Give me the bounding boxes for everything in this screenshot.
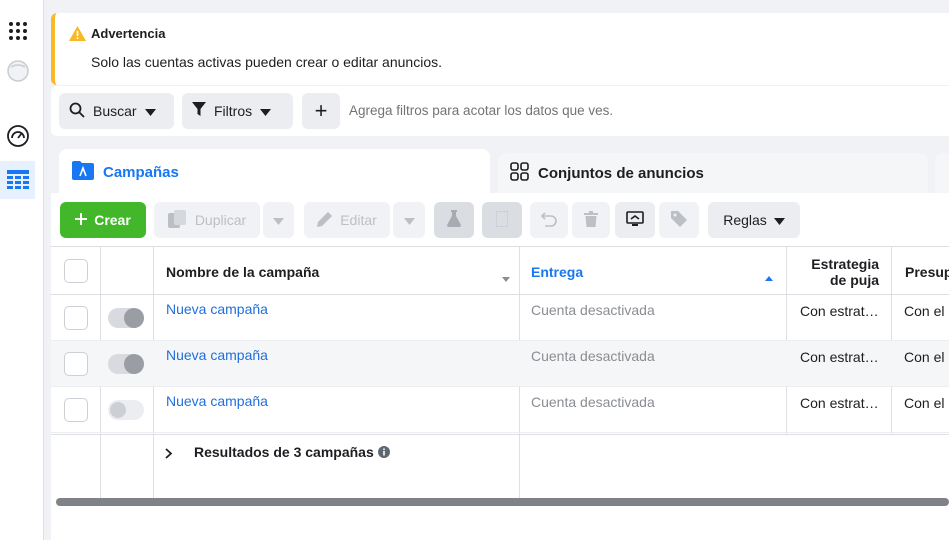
filters-button[interactable]: Filtros xyxy=(182,93,293,129)
row-checkbox[interactable] xyxy=(64,398,88,422)
warning-message: Solo las cuentas activas pueden crear o … xyxy=(91,54,442,70)
duplicate-icon xyxy=(167,209,188,231)
tag-button[interactable] xyxy=(659,202,699,238)
chevron-down-icon xyxy=(144,103,156,119)
campaigns-panel: Crear Duplicar Editar Reglas Nombre de l… xyxy=(51,193,949,540)
select-all-checkbox[interactable] xyxy=(64,259,88,283)
campaign-toggle[interactable] xyxy=(108,400,144,420)
undo-button[interactable] xyxy=(530,202,568,238)
add-filter-button[interactable]: + xyxy=(302,93,340,129)
toggle-knob xyxy=(124,354,144,374)
campaign-folder-icon xyxy=(72,160,94,184)
delivery-status: Cuenta desactivada xyxy=(531,394,655,410)
tab-ad-sets[interactable]: Conjuntos de anuncios xyxy=(498,153,928,193)
create-button[interactable]: Crear xyxy=(60,202,146,238)
ab-test-button[interactable] xyxy=(434,202,474,238)
sort-chevron-up-icon[interactable] xyxy=(765,268,773,286)
edit-dropdown-button[interactable] xyxy=(393,202,425,238)
dashboard-gauge-icon[interactable] xyxy=(0,117,35,155)
horizontal-scrollbar[interactable] xyxy=(56,498,949,506)
tag-icon xyxy=(671,210,687,230)
duplicate-button-label: Duplicar xyxy=(194,212,247,228)
document-icon xyxy=(495,209,509,230)
budget-value: Con el xyxy=(904,303,945,319)
column-header-delivery[interactable]: Entrega xyxy=(531,264,583,280)
undo-icon xyxy=(540,211,557,230)
campaign-toggle[interactable] xyxy=(108,354,144,374)
tab-ad-sets-label: Conjuntos de anuncios xyxy=(538,164,704,182)
column-header-bid-line1[interactable]: Estrategia xyxy=(811,256,879,272)
warning-triangle-icon xyxy=(69,26,86,46)
duplicate-button[interactable]: Duplicar xyxy=(154,202,260,238)
warning-banner: Advertencia Solo las cuentas activas pue… xyxy=(51,13,949,85)
warning-title: Advertencia xyxy=(91,26,166,41)
edit-button-label: Editar xyxy=(340,212,377,228)
delete-button[interactable] xyxy=(572,202,610,238)
delivery-status: Cuenta desactivada xyxy=(531,348,655,364)
tab-ads[interactable] xyxy=(935,153,949,193)
toggle-knob xyxy=(124,308,144,328)
chevron-down-icon xyxy=(273,212,284,228)
campaign-name-link[interactable]: Nueva campaña xyxy=(166,393,268,409)
summary-row: Resultados de 3 campañas xyxy=(51,434,949,498)
ads-manager-table-icon[interactable] xyxy=(0,161,35,199)
left-rail xyxy=(0,0,44,540)
table-row[interactable]: Nueva campaña Cuenta desactivada Con est… xyxy=(51,387,949,433)
delete-placeholder-button[interactable] xyxy=(482,202,522,238)
account-avatar-icon[interactable] xyxy=(0,52,35,90)
search-button[interactable]: Buscar xyxy=(59,93,174,129)
plus-icon xyxy=(75,212,88,228)
bid-strategy-value: Con estrat… xyxy=(800,303,879,319)
sort-chevron-down-icon[interactable] xyxy=(502,269,510,287)
flask-icon xyxy=(447,210,461,230)
search-button-label: Buscar xyxy=(93,103,137,119)
chevron-down-icon xyxy=(773,212,785,228)
toggle-knob xyxy=(110,402,126,418)
rules-button-label: Reglas xyxy=(723,212,767,228)
campaign-toggle[interactable] xyxy=(108,308,144,328)
tab-campaigns-label: Campañas xyxy=(103,163,179,181)
filter-funnel-icon xyxy=(192,102,206,120)
apps-grid-icon[interactable] xyxy=(0,12,35,50)
bid-strategy-value: Con estrat… xyxy=(800,395,879,411)
filters-button-label: Filtros xyxy=(214,103,253,119)
edit-button[interactable]: Editar xyxy=(304,202,390,238)
search-icon xyxy=(69,102,85,121)
chevron-down-icon xyxy=(403,212,415,228)
rules-button[interactable]: Reglas xyxy=(708,202,800,238)
duplicate-dropdown-button[interactable] xyxy=(263,202,294,238)
create-button-label: Crear xyxy=(94,212,131,228)
bid-strategy-value: Con estrat… xyxy=(800,349,879,365)
budget-value: Con el xyxy=(904,395,945,411)
chevron-down-icon xyxy=(260,103,272,119)
trash-icon xyxy=(584,210,598,230)
table-row[interactable]: Nueva campaña Cuenta desactivada Con est… xyxy=(51,295,949,341)
campaigns-table: Nombre de la campaña Entrega Estrategia … xyxy=(51,246,949,498)
column-header-bid-line2[interactable]: de puja xyxy=(830,272,879,288)
campaign-name-link[interactable]: Nueva campaña xyxy=(166,301,268,317)
preview-button[interactable] xyxy=(615,202,655,238)
filter-bar: Buscar Filtros + Agrega filtros para aco… xyxy=(51,86,949,136)
row-checkbox[interactable] xyxy=(64,306,88,330)
table-header: Nombre de la campaña Entrega Estrategia … xyxy=(51,247,949,295)
delivery-status: Cuenta desactivada xyxy=(531,302,655,318)
ad-sets-grid-icon xyxy=(510,161,529,185)
filter-placeholder[interactable]: Agrega filtros para acotar los datos que… xyxy=(349,103,613,118)
column-header-name[interactable]: Nombre de la campaña xyxy=(166,264,319,280)
tab-campaigns[interactable]: Campañas xyxy=(59,149,490,195)
summary-label[interactable]: Resultados de 3 campañas xyxy=(194,444,374,460)
preview-swap-icon xyxy=(626,210,644,230)
chevron-right-icon[interactable] xyxy=(165,446,173,464)
row-checkbox[interactable] xyxy=(64,352,88,376)
campaign-name-link[interactable]: Nueva campaña xyxy=(166,347,268,363)
pencil-icon xyxy=(317,211,333,230)
table-row[interactable]: Nueva campaña Cuenta desactivada Con est… xyxy=(51,341,949,387)
budget-value: Con el xyxy=(904,349,945,365)
info-icon[interactable] xyxy=(378,445,390,463)
column-header-budget[interactable]: Presup xyxy=(905,264,949,280)
